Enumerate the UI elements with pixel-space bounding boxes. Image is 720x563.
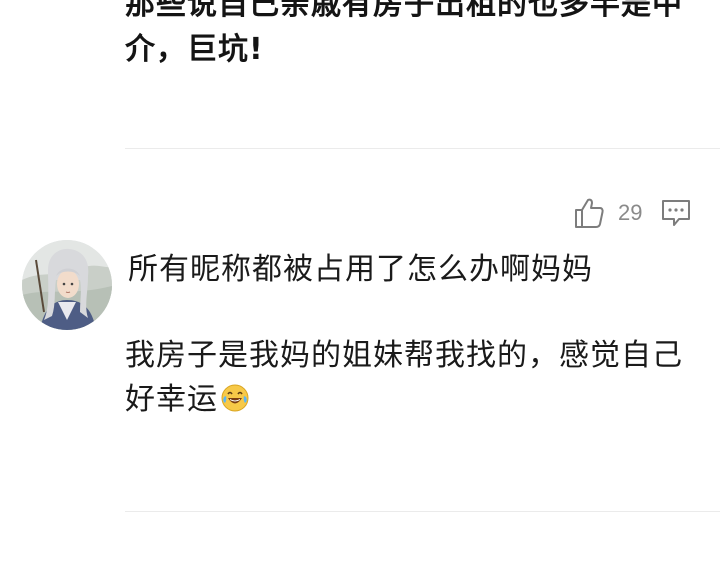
comment-divider-bottom xyxy=(125,511,720,512)
comment-action-bar: 29 xyxy=(572,196,692,230)
comment-body: 我房子是我妈的姐妹帮我找的，感觉自己好幸运 xyxy=(125,334,685,422)
laughing-tears-emoji-icon xyxy=(220,382,250,412)
previous-comment-text: 那些说自己亲戚有房子出租的也多半是中介，巨坑! xyxy=(125,0,683,67)
comment-body-text: 我房子是我妈的姐妹帮我找的，感觉自己好幸运 xyxy=(125,338,683,417)
comment-username[interactable]: 所有昵称都被占用了怎么办啊妈妈 xyxy=(128,248,593,292)
thumbs-up-icon[interactable] xyxy=(572,196,606,230)
like-count: 29 xyxy=(618,200,643,225)
comment-divider xyxy=(125,148,720,149)
avatar[interactable] xyxy=(22,240,112,330)
comment-icon[interactable] xyxy=(660,197,692,229)
